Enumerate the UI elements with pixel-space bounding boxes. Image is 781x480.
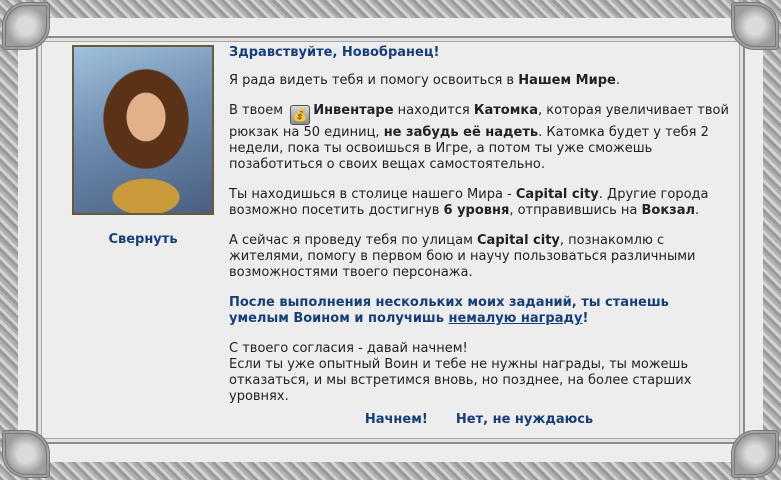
paragraph-inventory: В твоем 💰 Инвентаре находится Катомка, ко… [229,103,729,173]
paragraph-welcome: Я рада видеть тебя и помогу освоиться в … [229,73,729,89]
station-name: Вокзал [641,203,696,218]
dialog-text: Здравствуйте, Новобранец! Я рада видеть … [229,45,729,419]
paragraph-capital: Ты находишься в столице нашего Мира - Ca… [229,187,729,219]
greeting-heading: Здравствуйте, Новобранец! [229,45,440,60]
paragraph-consent: С твоего согласия - давай начнем! Если ты… [229,341,729,405]
world-name: Нашем Мире [518,73,616,88]
bag-icon[interactable]: 💰 [290,105,311,125]
inventory-word: Инвентаре [313,103,394,118]
frame-corner-ornament [731,2,779,50]
frame-corner-ornament [2,430,50,478]
text: . [615,73,620,88]
text: . [695,203,700,218]
text: В твоем [229,103,288,118]
text: , отправившись на [509,203,642,218]
paragraph-reward: После выполнения нескольких моих заданий… [229,295,729,327]
text: ! [582,311,589,326]
text: Если ты уже опытный Воин и тебе не нужны… [229,357,692,404]
decline-button[interactable]: Нет, не нуждаюсь [456,412,593,427]
text: А сейчас я проведу тебя по улицам [229,233,478,248]
city-name: Capital city [515,187,599,202]
frame-corner-ornament [2,2,50,50]
collapse-button[interactable]: Свернуть [72,232,214,247]
accept-button[interactable]: Начнем! [365,412,428,427]
text: Ты находишься в столице нашего Мира - [229,187,516,202]
npc-portrait [72,45,214,215]
frame-corner-ornament [731,430,779,478]
text: находится [393,103,474,118]
text: С твоего согласия - давай начнем! [229,341,468,356]
text: Я рада видеть тебя и помогу освоиться в [229,73,519,88]
dialog-actions: Начнем! Нет, не нуждаюсь [229,412,729,427]
level-requirement: 6 уровня [443,203,510,218]
paragraph-tour: А сейчас я проведу тебя по улицам Capita… [229,233,729,281]
item-name: Катомка [473,103,538,118]
city-name: Capital city [477,233,560,248]
equip-reminder: не забудь её надеть [383,125,539,140]
reward-link[interactable]: немалую награду [449,311,583,326]
